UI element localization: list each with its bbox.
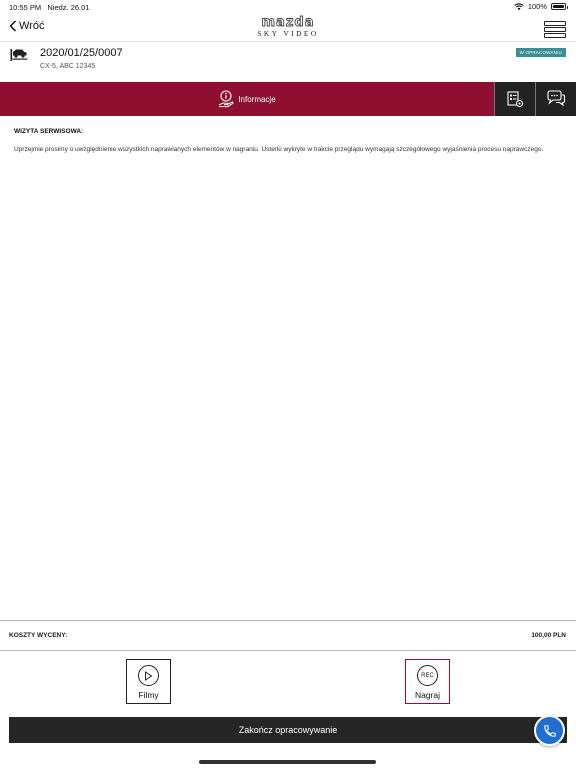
info-hand-icon (219, 90, 234, 108)
menu-button[interactable] (544, 21, 566, 39)
battery-icon (551, 3, 568, 10)
nav-bar: Wróć mazda SKY VIDEO (0, 14, 576, 42)
tab-informacje[interactable]: Informacje (0, 82, 494, 116)
finish-processing-button[interactable]: Zakończ opracowywanie (9, 717, 567, 743)
tab-chat[interactable] (536, 82, 576, 116)
rec-icon: REC (417, 665, 438, 686)
logo-subtitle: SKY VIDEO (257, 29, 319, 38)
status-bar: 10:55 PM Niedz. 26.01 100% (0, 0, 576, 14)
hamburger-menu-icon (544, 21, 566, 38)
tab-bar: Informacje (0, 82, 576, 116)
call-button[interactable] (534, 715, 565, 746)
status-time: 10:55 PM Niedz. 26.01 (9, 3, 90, 12)
status-date: Niedz. 26.01 (47, 3, 90, 12)
document-settings-icon (507, 91, 524, 108)
finish-label: Zakończ opracowywanie (238, 725, 338, 735)
films-button[interactable]: Filmy (126, 659, 171, 704)
rec-icon-text: REC (421, 672, 434, 679)
vehicle-info: CX-5, ABC 12345 (40, 63, 96, 70)
section-title: WIZYTA SERWISOWA: (14, 128, 84, 135)
battery-percent: 100% (527, 2, 547, 11)
home-indicator (199, 760, 376, 764)
order-number: 2020/01/25/0007 (40, 47, 123, 59)
phone-icon (543, 724, 556, 737)
costs-value: 100,00 PLN (531, 632, 566, 639)
chevron-left-icon (9, 20, 17, 32)
service-visit-section: WIZYTA SERWISOWA: Uprzejmie prosimy o uw… (14, 128, 554, 154)
record-button[interactable]: REC Nagraj (405, 659, 450, 704)
costs-row: KOSZTY WYCENY: 100,00 PLN (0, 620, 576, 651)
status-time-text: 10:55 PM (9, 3, 42, 12)
films-label: Filmy (138, 690, 159, 700)
car-lift-icon (10, 49, 28, 61)
wifi-icon (514, 2, 524, 10)
chat-bubbles-icon (547, 90, 566, 107)
play-icon (138, 665, 159, 686)
order-header: 2020/01/25/0007 CX-5, ABC 12345 W OPRACO… (0, 42, 576, 82)
tab-documents[interactable] (495, 82, 535, 116)
app-logo: mazda SKY VIDEO (252, 16, 324, 40)
status-right: 100% (514, 2, 568, 11)
back-label: Wróć (19, 20, 45, 32)
status-badge: W OPRACOWANIU (515, 48, 566, 57)
section-text: Uprzejmie prosimy o uwzględnienie wszyst… (14, 146, 544, 153)
costs-label: KOSZTY WYCENY: (9, 632, 68, 639)
record-label: Nagraj (414, 690, 441, 700)
back-button[interactable]: Wróć (9, 20, 44, 32)
tab-informacje-label: Informacje (238, 94, 276, 104)
logo-brand: mazda (261, 15, 315, 30)
